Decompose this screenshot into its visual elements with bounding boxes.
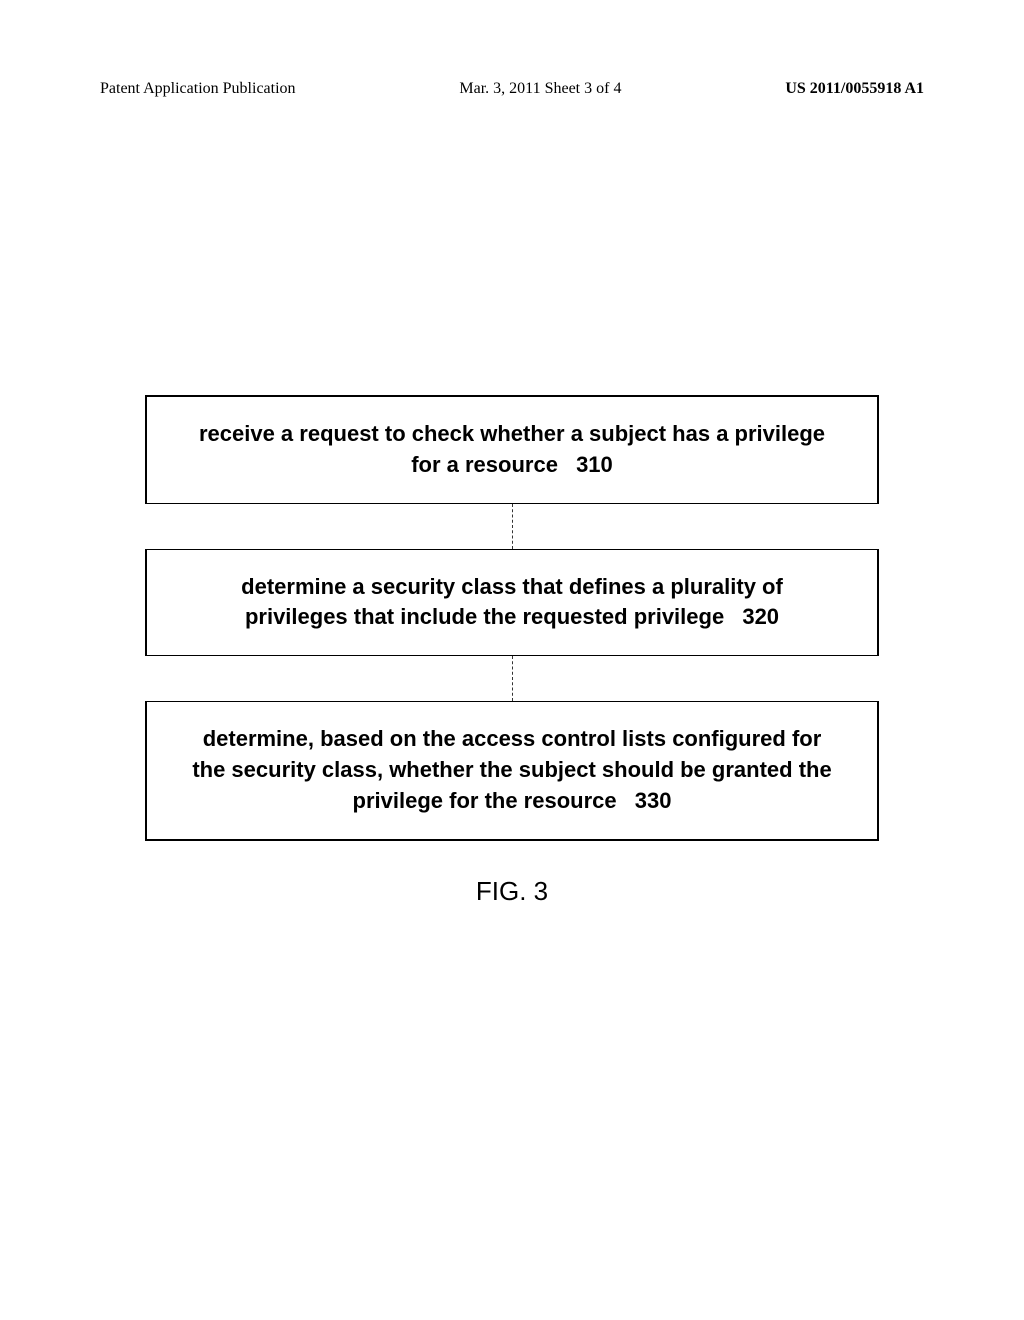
step-text: receive a request to check whether a sub… [199,421,825,477]
flowchart-step-310: receive a request to check whether a sub… [145,395,879,504]
step-number: 320 [742,604,779,629]
header-date-sheet: Mar. 3, 2011 Sheet 3 of 4 [459,80,621,98]
flowchart-connector [512,504,513,549]
page-header: Patent Application Publication Mar. 3, 2… [100,80,924,98]
step-number: 330 [635,788,672,813]
figure-label: FIG. 3 [476,876,548,907]
header-publication-type: Patent Application Publication [100,80,296,98]
flowchart-step-330: determine, based on the access control l… [145,701,879,840]
header-publication-number: US 2011/0055918 A1 [785,80,924,98]
step-number: 310 [576,452,613,477]
step-text: determine a security class that defines … [241,574,783,630]
flowchart-figure: receive a request to check whether a sub… [145,395,879,907]
flowchart-connector [512,656,513,701]
flowchart-step-320: determine a security class that defines … [145,549,879,657]
step-text: determine, based on the access control l… [192,726,831,813]
